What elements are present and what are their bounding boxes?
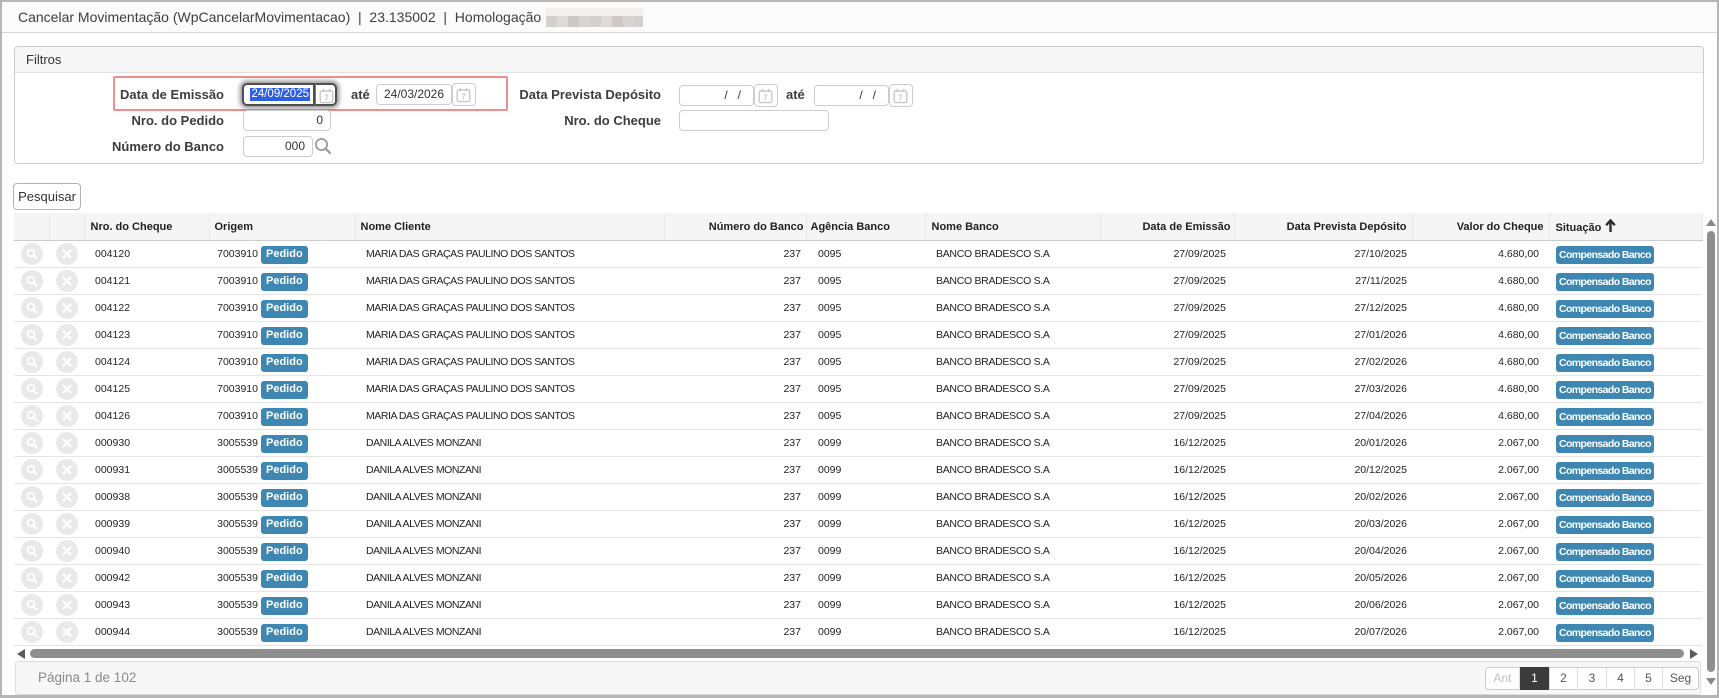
svg-text:7: 7 bbox=[324, 94, 329, 103]
svg-text:7: 7 bbox=[898, 94, 903, 103]
svg-text:7: 7 bbox=[763, 94, 768, 103]
